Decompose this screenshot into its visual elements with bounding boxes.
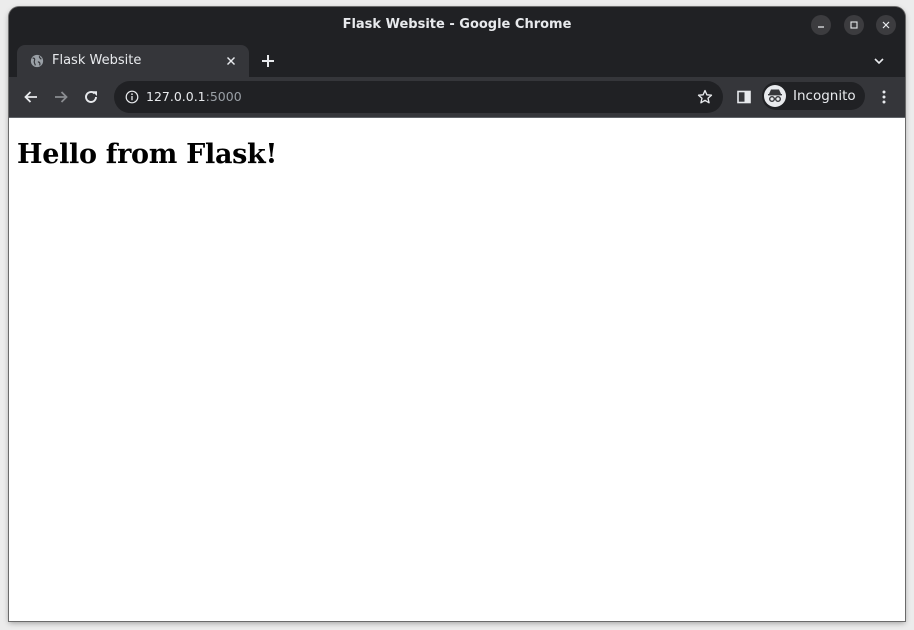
forward-button[interactable] bbox=[52, 88, 70, 106]
side-panel-button[interactable] bbox=[735, 88, 753, 106]
info-icon[interactable] bbox=[125, 90, 139, 104]
tab-strip: Flask Website bbox=[9, 43, 905, 77]
kebab-menu-icon bbox=[882, 90, 886, 104]
globe-icon bbox=[30, 54, 44, 68]
incognito-icon bbox=[764, 85, 786, 107]
arrow-left-icon bbox=[24, 91, 37, 103]
arrow-right-icon bbox=[55, 91, 68, 103]
close-window-button[interactable] bbox=[876, 15, 896, 35]
close-icon bbox=[227, 57, 235, 65]
page-heading: Hello from Flask! bbox=[17, 139, 278, 170]
side-panel-icon bbox=[737, 90, 751, 104]
back-button[interactable] bbox=[22, 88, 40, 106]
close-icon bbox=[882, 21, 890, 29]
window-title: Flask Website - Google Chrome bbox=[342, 17, 572, 32]
minimize-button[interactable] bbox=[811, 15, 831, 35]
reload-icon bbox=[85, 91, 97, 103]
url-host: 127.0.0.1 bbox=[146, 89, 206, 104]
menu-button[interactable] bbox=[875, 88, 893, 106]
url-port: :5000 bbox=[205, 89, 242, 104]
minimize-icon bbox=[818, 26, 824, 28]
chevron-down-icon bbox=[874, 58, 884, 65]
browser-window: Flask Website - Google Chrome Flask Webs… bbox=[9, 7, 905, 621]
maximize-icon bbox=[850, 21, 858, 29]
url-text[interactable]: 127.0.0.1:5000 bbox=[146, 89, 242, 104]
tab-close-button[interactable] bbox=[223, 53, 239, 69]
browser-toolbar: 127.0.0.1:5000 Incognito bbox=[9, 77, 905, 117]
new-tab-button[interactable] bbox=[259, 52, 277, 70]
title-bar[interactable]: Flask Website - Google Chrome bbox=[9, 7, 905, 43]
tab-flask-website[interactable]: Flask Website bbox=[17, 45, 249, 77]
incognito-label: Incognito bbox=[793, 88, 856, 104]
address-bar[interactable]: 127.0.0.1:5000 bbox=[114, 81, 723, 113]
reload-button[interactable] bbox=[82, 88, 100, 106]
star-icon[interactable] bbox=[697, 89, 713, 105]
page-content: Hello from Flask! bbox=[9, 117, 905, 621]
tab-search-button[interactable] bbox=[871, 53, 887, 69]
plus-icon bbox=[262, 55, 274, 67]
maximize-button[interactable] bbox=[844, 15, 864, 35]
incognito-profile-button[interactable]: Incognito bbox=[762, 82, 865, 110]
tab-title: Flask Website bbox=[52, 53, 142, 68]
